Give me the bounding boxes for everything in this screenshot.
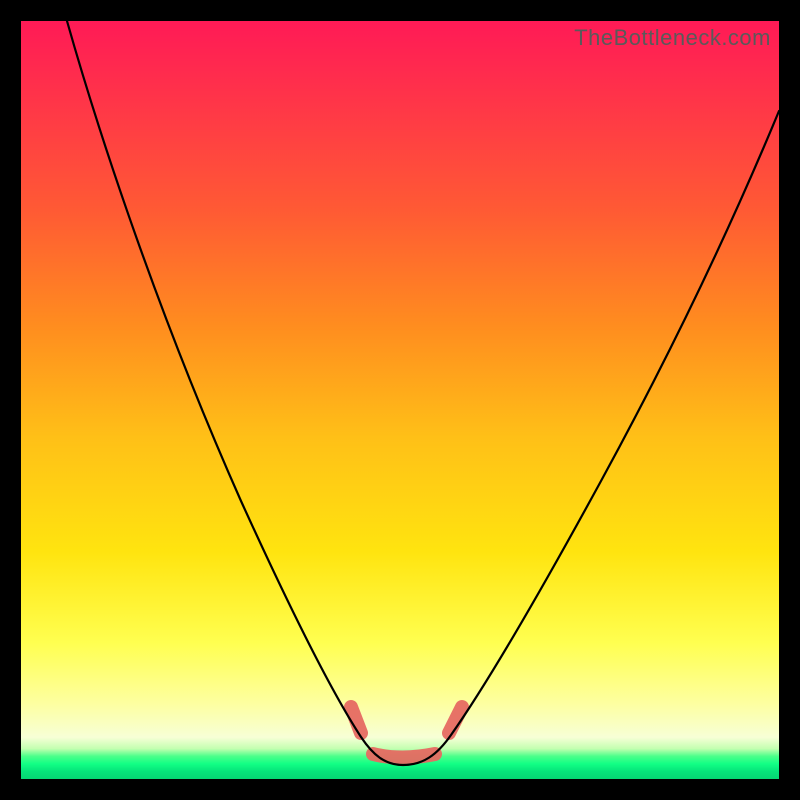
accent-bottom [373,754,435,758]
plot-area: TheBottleneck.com [21,21,779,779]
chart-frame: TheBottleneck.com [0,0,800,800]
accent-group [351,707,462,758]
curve-layer [21,21,779,779]
bottleneck-curve [67,21,779,765]
